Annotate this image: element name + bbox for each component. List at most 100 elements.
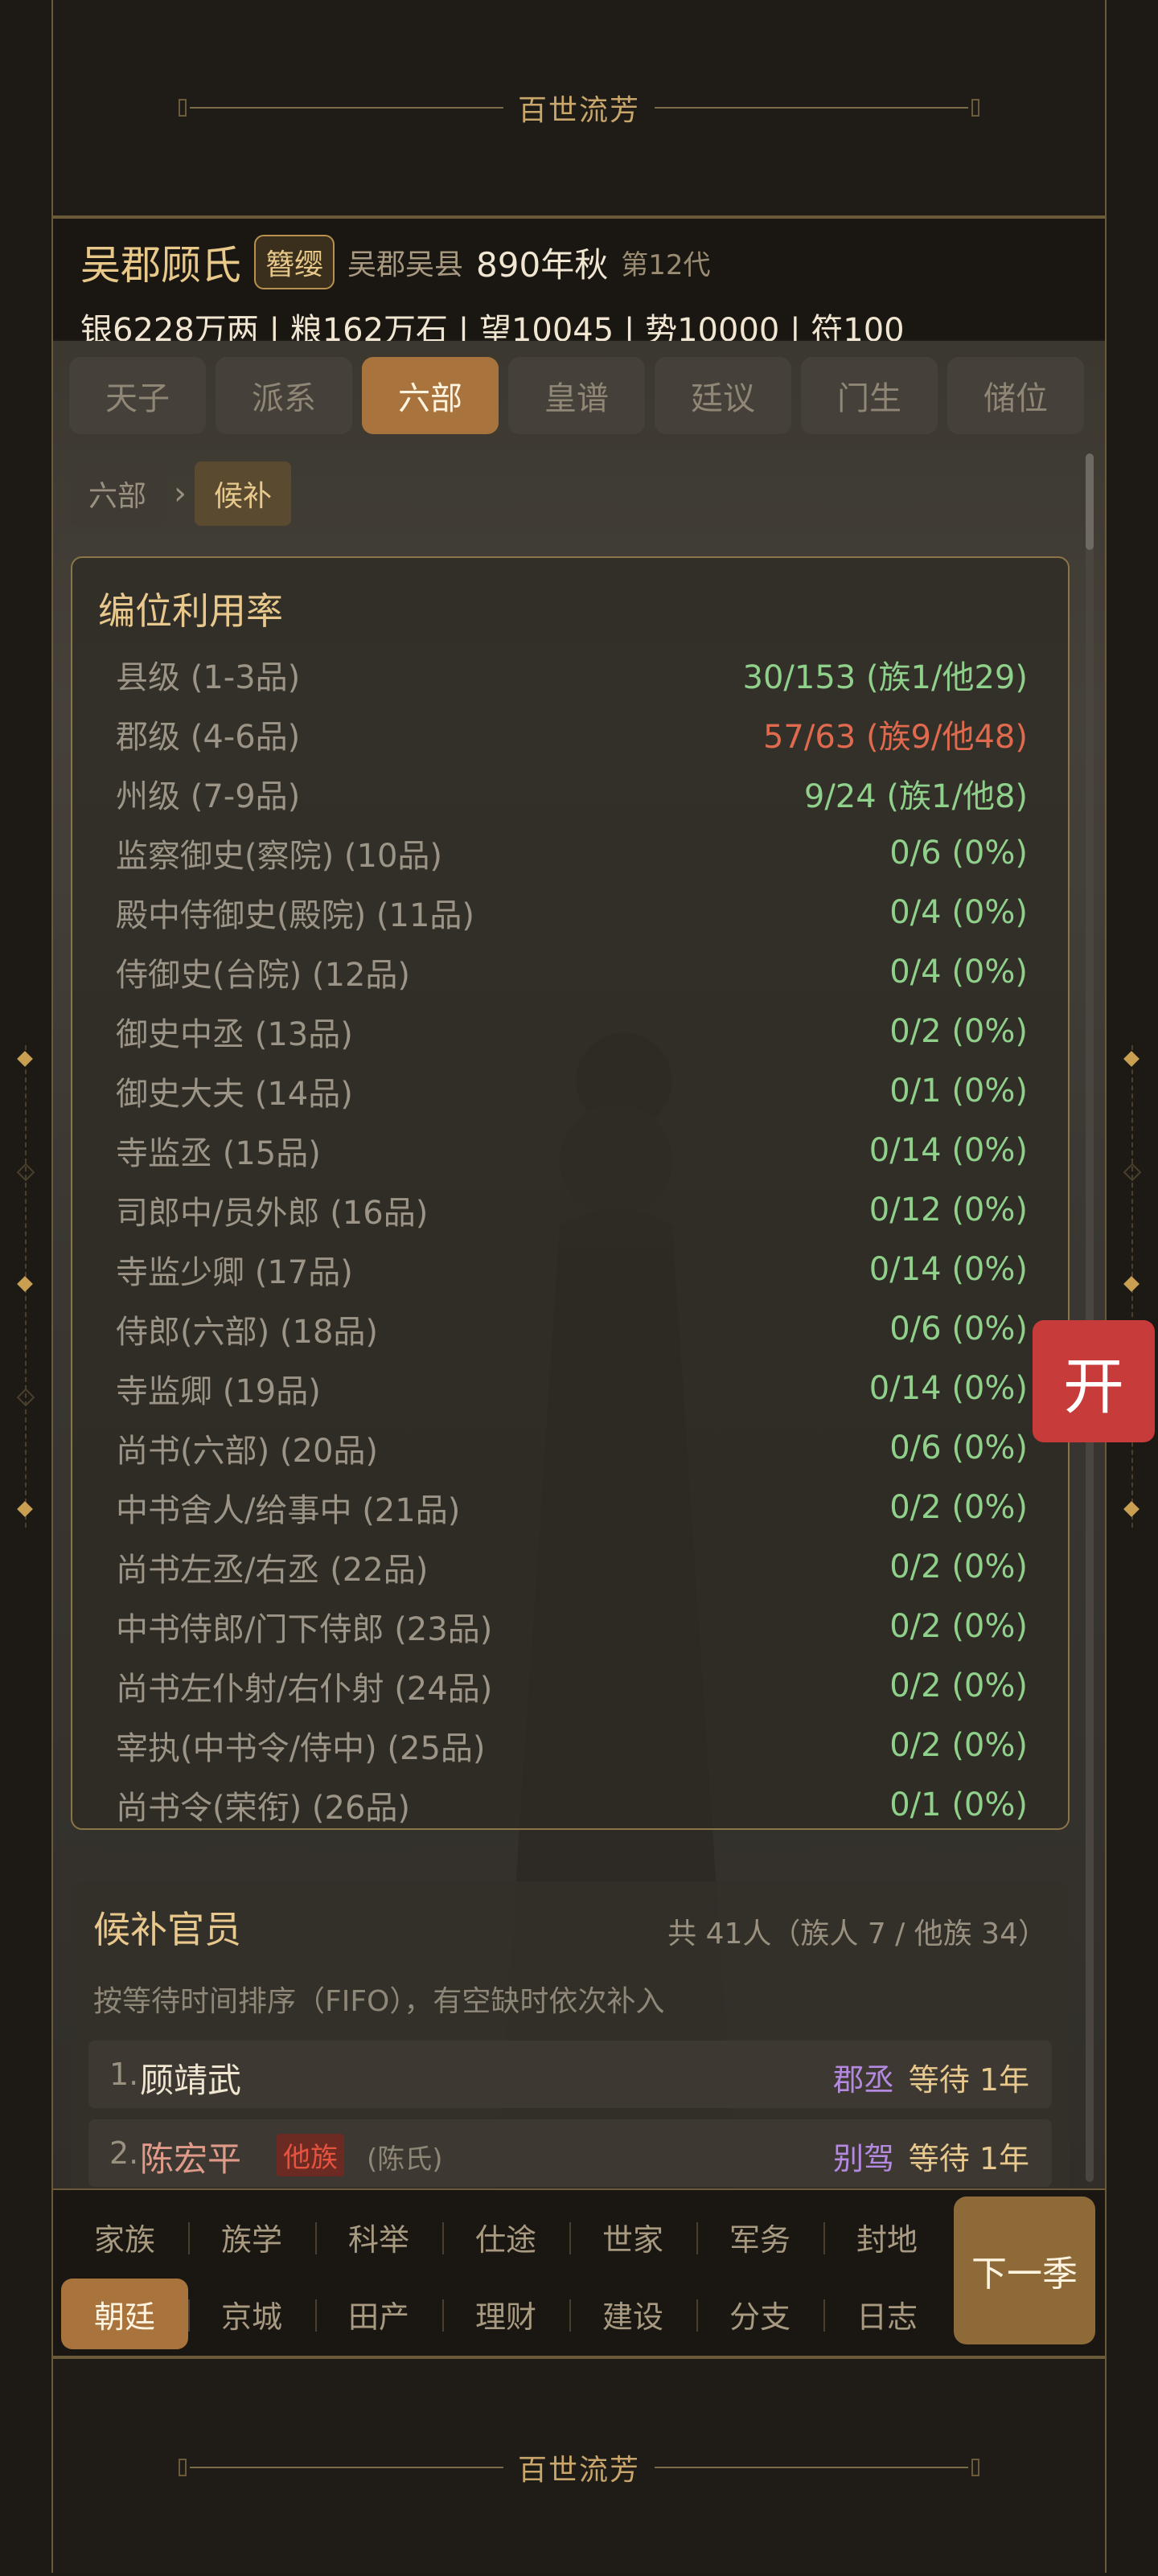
rank-usage-value: 0/14 (0%) xyxy=(868,1251,1028,1288)
tab-bar: 天子 派系 六部 皇谱 廷议 门生 储位 xyxy=(69,357,1084,434)
candidate-name: 顾靖武 xyxy=(140,2061,242,2100)
candidates-card: 候补官员 共 41人（族人 7 / 他族 34） 按等待时间排序（FIFO），有… xyxy=(71,1881,1070,2188)
rank-label: 殿中侍御史(殿院) (11品) xyxy=(116,897,475,934)
rank-usage-value: 0/2 (0%) xyxy=(889,1013,1028,1050)
rank-usage-value: 0/4 (0%) xyxy=(889,894,1028,931)
scrollbar-track[interactable] xyxy=(1086,453,1094,2182)
rank-label: 州级 (7-9品) xyxy=(116,778,301,815)
other-clan-tag: 他族 xyxy=(277,2134,344,2176)
utilization-row: 尚书(六部) (20品) 0/6 (0%) xyxy=(116,1418,1028,1478)
nav-row-2: 朝廷 京城 田产 理财 建设 分支 日志 xyxy=(61,2279,951,2349)
utilization-row: 中书舍人/给事中 (21品) 0/2 (0%) xyxy=(116,1478,1028,1537)
rank-badge: 簪缨 xyxy=(254,235,335,289)
nav-military[interactable]: 军务 xyxy=(696,2201,823,2272)
nav-court[interactable]: 朝廷 xyxy=(61,2279,188,2349)
rank-usage-value: 57/63 (族9/他48) xyxy=(762,719,1028,756)
utilization-row: 尚书左丞/右丞 (22品) 0/2 (0%) xyxy=(116,1537,1028,1597)
tab-factions[interactable]: 派系 xyxy=(216,357,352,434)
clan-name: 吴郡顾氏 xyxy=(80,242,241,289)
top-banner: 百世流芳 xyxy=(53,0,1105,219)
rank-label: 尚书令(荣衔) (26品) xyxy=(116,1790,411,1827)
rank-usage-value: 0/2 (0%) xyxy=(889,1548,1028,1585)
rank-label: 侍御史(台院) (12品) xyxy=(116,957,411,994)
breadcrumb: 六部 › 候补 xyxy=(69,461,292,526)
utilization-row: 寺监丞 (15品) 0/14 (0%) xyxy=(116,1121,1028,1180)
banner-line-right xyxy=(655,99,979,117)
next-season-button[interactable]: 下一季 xyxy=(954,2197,1095,2344)
game-date: 890年秋 xyxy=(476,244,609,285)
rank-usage-value: 0/2 (0%) xyxy=(889,1489,1028,1526)
utilization-row: 侍郎(六部) (18品) 0/6 (0%) xyxy=(116,1299,1028,1359)
tab-court-debate[interactable]: 廷议 xyxy=(655,357,791,434)
candidate-wait: 等待 1年 xyxy=(908,2062,1029,2098)
rank-usage-value: 30/153 (族1/他29) xyxy=(742,659,1028,696)
tab-emperor[interactable]: 天子 xyxy=(69,357,206,434)
rank-usage-value: 0/4 (0%) xyxy=(889,954,1028,991)
nav-log[interactable]: 日志 xyxy=(823,2279,951,2349)
nav-branches[interactable]: 分支 xyxy=(696,2279,823,2349)
breadcrumb-separator: › xyxy=(174,475,187,512)
rank-usage-value: 0/6 (0%) xyxy=(889,1430,1028,1466)
rank-usage-value: 0/2 (0%) xyxy=(889,1667,1028,1704)
banner-title: 百世流芳 xyxy=(517,2454,640,2487)
tab-six-ministries[interactable]: 六部 xyxy=(362,357,499,434)
utilization-row: 尚书令(荣衔) (26品) 0/1 (0%) xyxy=(116,1775,1028,1835)
nav-exam[interactable]: 科举 xyxy=(315,2201,442,2272)
nav-row-1: 家族 族学 科举 仕途 世家 军务 封地 xyxy=(61,2201,951,2272)
nav-estates[interactable]: 田产 xyxy=(315,2279,442,2349)
bottom-nav: 家族 族学 科举 仕途 世家 军务 封地 朝廷 京城 田产 理财 建设 分支 日… xyxy=(53,2188,1105,2356)
utilization-card: 编位利用率 县级 (1-3品) 30/153 (族1/他29) 郡级 (4-6品) 5… xyxy=(71,556,1070,1830)
candidate-number: 1. xyxy=(109,2057,139,2092)
nav-finance[interactable]: 理财 xyxy=(442,2279,569,2349)
main-panel: 天子 派系 六部 皇谱 廷议 门生 储位 六部 › 候补 编位利用率 县级 (1… xyxy=(53,341,1105,2188)
rank-usage-value: 0/14 (0%) xyxy=(868,1370,1028,1407)
candidates-count: 共 41人（族人 7 / 他族 34） xyxy=(667,1918,1047,1950)
rank-label: 监察御史(察院) (10品) xyxy=(116,838,443,875)
candidate-name: 陈宏平 xyxy=(140,2139,242,2179)
banner-line-left xyxy=(178,2459,503,2476)
tab-disciples[interactable]: 门生 xyxy=(801,357,938,434)
rank-usage-value: 0/2 (0%) xyxy=(889,1608,1028,1645)
nav-noble-families[interactable]: 世家 xyxy=(569,2201,696,2272)
nav-career[interactable]: 仕途 xyxy=(442,2201,569,2272)
banner-line-right xyxy=(655,2459,979,2476)
nav-fief[interactable]: 封地 xyxy=(823,2201,951,2272)
right-ornament xyxy=(1123,1045,1142,1528)
open-float-button[interactable]: 开 xyxy=(1033,1320,1155,1442)
tab-succession[interactable]: 储位 xyxy=(947,357,1084,434)
nav-capital[interactable]: 京城 xyxy=(188,2279,315,2349)
rank-usage-value: 0/6 (0%) xyxy=(889,1311,1028,1347)
bottom-banner: 百世流芳 xyxy=(53,2356,1105,2576)
rank-label: 宰执(中书令/侍中) (25品) xyxy=(116,1730,486,1767)
candidate-row[interactable]: 1. 顾靖武 郡丞 等待 1年 xyxy=(88,2041,1052,2108)
scrollbar-thumb[interactable] xyxy=(1086,453,1094,550)
rank-usage-value: 0/2 (0%) xyxy=(889,1727,1028,1764)
utilization-row: 御史大夫 (14品) 0/1 (0%) xyxy=(116,1061,1028,1121)
candidate-office: 郡丞 xyxy=(832,2062,894,2098)
generation: 第12代 xyxy=(621,248,711,281)
utilization-row: 监察御史(察院) (10品) 0/6 (0%) xyxy=(116,823,1028,883)
candidate-row[interactable]: 2. 陈宏平 他族 (陈氏) 别驾 等待 1年 xyxy=(88,2119,1052,2187)
rank-label: 县级 (1-3品) xyxy=(116,659,301,696)
nav-family[interactable]: 家族 xyxy=(61,2201,188,2272)
utilization-row: 殿中侍御史(殿院) (11品) 0/4 (0%) xyxy=(116,883,1028,942)
nav-clan-school[interactable]: 族学 xyxy=(188,2201,315,2272)
banner-line-left xyxy=(178,99,503,117)
utilization-title: 编位利用率 xyxy=(98,589,283,633)
rank-label: 郡级 (4-6品) xyxy=(116,719,301,756)
candidate-clan: (陈氏) xyxy=(367,2143,443,2176)
rank-label: 尚书左仆射/右仆射 (24品) xyxy=(116,1671,493,1708)
rank-usage-value: 9/24 (族1/他8) xyxy=(803,778,1028,815)
tab-imperial-genealogy[interactable]: 皇谱 xyxy=(508,357,645,434)
candidate-office: 别驾 xyxy=(832,2141,894,2176)
left-ornament xyxy=(16,1045,35,1528)
banner-title: 百世流芳 xyxy=(517,94,640,127)
rank-label: 寺监丞 (15品) xyxy=(116,1135,321,1172)
nav-construction[interactable]: 建设 xyxy=(569,2279,696,2349)
breadcrumb-parent[interactable]: 六部 xyxy=(69,461,166,526)
candidates-description: 按等待时间排序（FIFO），有空缺时依次补入 xyxy=(93,1985,665,2018)
utilization-row: 县级 (1-3品) 30/153 (族1/他29) xyxy=(116,645,1028,704)
candidate-number: 2. xyxy=(109,2135,139,2171)
utilization-list: 县级 (1-3品) 30/153 (族1/他29) 郡级 (4-6品) 57/63 (… xyxy=(116,645,1028,1835)
rank-label: 御史中丞 (13品) xyxy=(116,1016,353,1053)
